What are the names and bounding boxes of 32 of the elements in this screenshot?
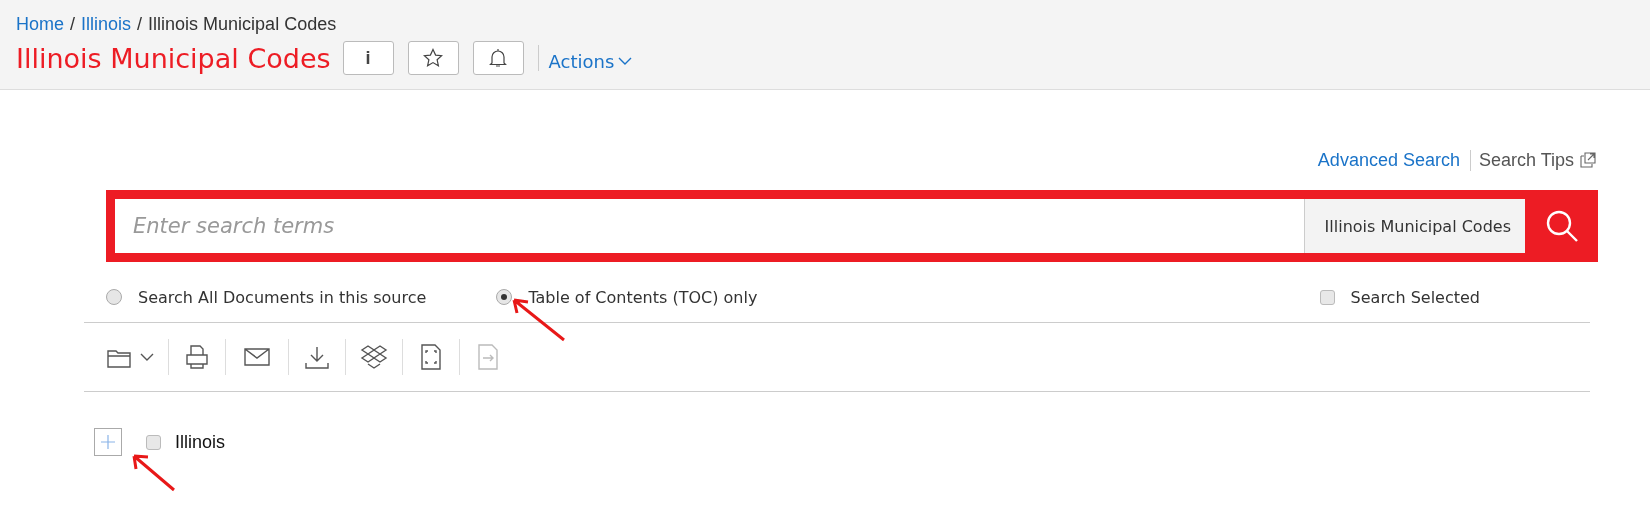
- advanced-search-link[interactable]: Advanced Search: [1317, 149, 1471, 171]
- checkbox[interactable]: [1319, 289, 1335, 305]
- checkbox[interactable]: [146, 434, 161, 450]
- info-button[interactable]: i: [342, 41, 394, 75]
- tree-item[interactable]: Illinois: [146, 431, 226, 453]
- expand-button[interactable]: [94, 428, 122, 456]
- actions-menu[interactable]: Actions: [548, 50, 633, 72]
- plus-icon: [100, 434, 116, 450]
- printer-icon: [183, 343, 211, 371]
- bell-icon: [489, 48, 508, 68]
- annotation-arrow: [130, 452, 178, 494]
- page-title: Illinois Municipal Codes: [16, 42, 331, 74]
- breadcrumb-link[interactable]: Illinois: [81, 14, 132, 35]
- scope-option[interactable]: Search All Documents in this source: [106, 287, 427, 307]
- search-selected-option[interactable]: Search Selected: [1319, 287, 1480, 307]
- star-button[interactable]: [407, 41, 459, 75]
- search-scope[interactable]: Illinois Municipal Codes: [1303, 199, 1525, 253]
- caret-icon: [140, 353, 154, 361]
- search-tips-link[interactable]: Search Tips: [1478, 149, 1596, 171]
- dropbox-icon: [360, 343, 388, 371]
- scope-option[interactable]: Table of Contents (TOC) only: [496, 287, 758, 307]
- bell-button[interactable]: [472, 41, 524, 75]
- external-link-icon: [1580, 152, 1596, 168]
- breadcrumb-current: Illinois Municipal Codes: [148, 14, 337, 35]
- breadcrumb-link[interactable]: Home: [16, 14, 64, 35]
- breadcrumb-separator: /: [137, 14, 143, 35]
- caret-icon: [618, 57, 633, 65]
- search-field[interactable]: Enter search terms: [115, 199, 1304, 253]
- breadcrumb-separator: /: [70, 14, 76, 35]
- radio-button[interactable]: [496, 289, 513, 305]
- star-icon: [423, 48, 444, 68]
- radio-button[interactable]: [106, 289, 122, 305]
